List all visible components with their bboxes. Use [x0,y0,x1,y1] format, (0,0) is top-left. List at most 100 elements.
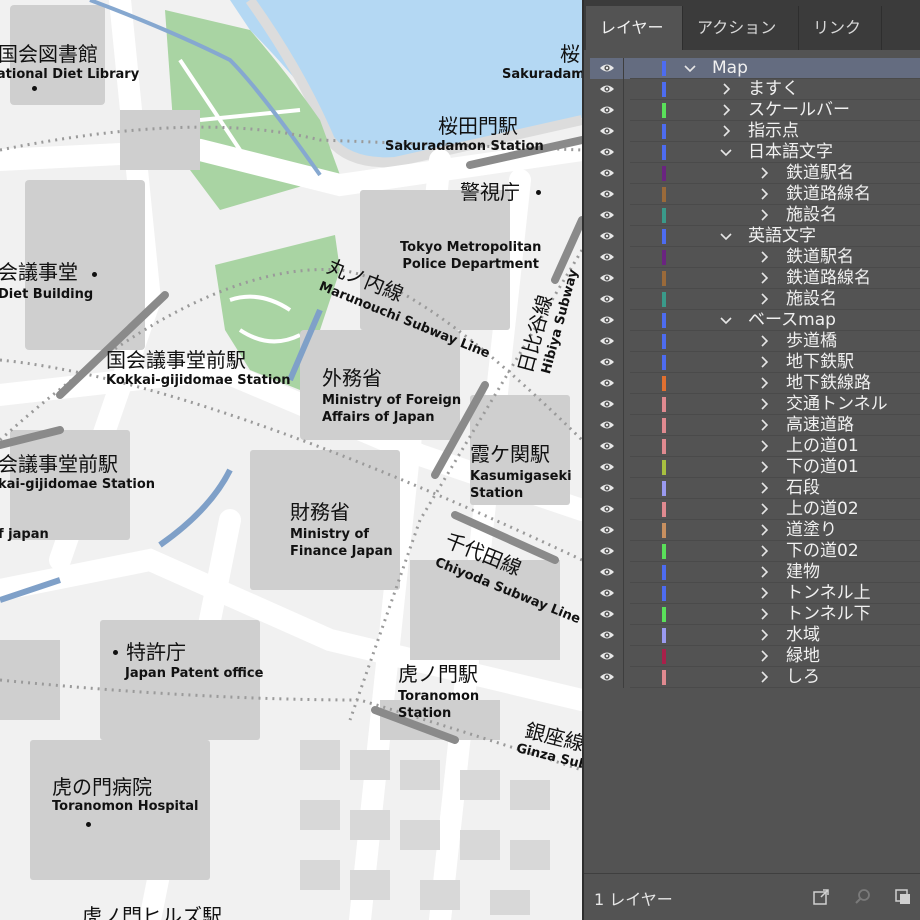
chevron-right-icon[interactable] [756,543,772,559]
eye-icon[interactable] [599,482,615,494]
chevron-right-icon[interactable] [718,102,734,118]
layer-row[interactable]: 道塗り [590,520,920,541]
chevron-right-icon[interactable] [756,438,772,454]
tab-layers[interactable]: レイヤー [586,6,682,50]
eye-icon[interactable] [599,83,615,95]
eye-icon[interactable] [599,62,615,74]
eye-icon[interactable] [599,545,615,557]
chevron-down-icon[interactable] [718,144,734,160]
chevron-right-icon[interactable] [718,123,734,139]
chevron-right-icon[interactable] [756,522,772,538]
layer-row[interactable]: 地下鉄駅 [590,352,920,373]
layer-row[interactable]: 英語文字 [590,226,920,247]
layer-row[interactable]: 緑地 [590,646,920,667]
eye-icon[interactable] [599,587,615,599]
chevron-right-icon[interactable] [756,564,772,580]
tab-links[interactable]: リンク [798,6,882,50]
layer-row[interactable]: ますく [590,79,920,100]
chevron-right-icon[interactable] [756,669,772,685]
layer-row[interactable]: Map [590,58,920,79]
chevron-right-icon[interactable] [756,291,772,307]
layer-row[interactable]: 上の道01 [590,436,920,457]
eye-icon[interactable] [599,671,615,683]
eye-icon[interactable] [599,272,615,284]
layer-row[interactable]: 指示点 [590,121,920,142]
layer-row[interactable]: 鉄道路線名 [590,184,920,205]
eye-icon[interactable] [599,230,615,242]
layer-row[interactable]: 建物 [590,562,920,583]
layer-row[interactable]: 地下鉄線路 [590,373,920,394]
chevron-right-icon[interactable] [756,480,772,496]
eye-icon[interactable] [599,524,615,536]
layer-row[interactable]: 下の道02 [590,541,920,562]
layer-row[interactable]: 下の道01 [590,457,920,478]
eye-icon[interactable] [599,251,615,263]
layer-row[interactable]: 石段 [590,478,920,499]
tab-actions[interactable]: アクション [682,6,798,50]
layer-row[interactable]: 鉄道路線名 [590,268,920,289]
eye-icon[interactable] [599,503,615,515]
layer-row[interactable]: スケールバー [590,100,920,121]
eye-icon[interactable] [599,209,615,221]
layer-row[interactable]: 高速道路 [590,415,920,436]
layer-row[interactable]: 日本語文字 [590,142,920,163]
eye-icon[interactable] [599,314,615,326]
eye-icon[interactable] [599,125,615,137]
layer-name: しろ [786,667,820,687]
search-icon[interactable] [854,888,872,906]
eye-icon[interactable] [599,419,615,431]
eye-icon[interactable] [599,146,615,158]
layer-row[interactable]: 上の道02 [590,499,920,520]
chevron-right-icon[interactable] [756,207,772,223]
layer-row[interactable]: 施設名 [590,205,920,226]
map-canvas[interactable]: 国会図書館 National Diet Library 桜 Sakuradamo… [0,0,582,920]
chevron-down-icon[interactable] [718,228,734,244]
eye-icon[interactable] [599,440,615,452]
chevron-right-icon[interactable] [756,417,772,433]
layer-row[interactable]: ベースmap [590,310,920,331]
chevron-right-icon[interactable] [756,375,772,391]
chevron-right-icon[interactable] [756,354,772,370]
eye-icon[interactable] [599,608,615,620]
layer-row[interactable]: トンネル下 [590,604,920,625]
chevron-right-icon[interactable] [756,501,772,517]
layer-row[interactable]: 交通トンネル [590,394,920,415]
eye-icon[interactable] [599,398,615,410]
chevron-right-icon[interactable] [718,81,734,97]
chevron-right-icon[interactable] [756,648,772,664]
eye-icon[interactable] [599,566,615,578]
eye-icon[interactable] [599,356,615,368]
chevron-right-icon[interactable] [756,270,772,286]
layer-row[interactable]: 鉄道駅名 [590,247,920,268]
eye-icon[interactable] [599,629,615,641]
chevron-right-icon[interactable] [756,396,772,412]
layer-row[interactable]: 施設名 [590,289,920,310]
chevron-right-icon[interactable] [756,249,772,265]
chevron-right-icon[interactable] [756,585,772,601]
map-label-en: National Diet Library [0,67,140,82]
chevron-down-icon[interactable] [682,60,698,76]
layer-row[interactable]: 鉄道駅名 [590,163,920,184]
eye-icon[interactable] [599,650,615,662]
eye-icon[interactable] [599,293,615,305]
layer-row[interactable]: 水域 [590,625,920,646]
layer-row[interactable]: トンネル上 [590,583,920,604]
eye-icon[interactable] [599,104,615,116]
layer-row[interactable]: 歩道橋 [590,331,920,352]
layer-row[interactable]: しろ [590,667,920,688]
chevron-right-icon[interactable] [756,165,772,181]
eye-icon[interactable] [599,188,615,200]
eye-icon[interactable] [599,335,615,347]
eye-icon[interactable] [599,167,615,179]
map-label-jp: 外務省 [322,366,382,390]
new-layer-icon[interactable] [894,888,912,906]
chevron-down-icon[interactable] [718,312,734,328]
eye-icon[interactable] [599,461,615,473]
chevron-right-icon[interactable] [756,627,772,643]
eye-icon[interactable] [599,377,615,389]
chevron-right-icon[interactable] [756,186,772,202]
chevron-right-icon[interactable] [756,606,772,622]
chevron-right-icon[interactable] [756,333,772,349]
export-icon[interactable] [812,888,830,906]
chevron-right-icon[interactable] [756,459,772,475]
